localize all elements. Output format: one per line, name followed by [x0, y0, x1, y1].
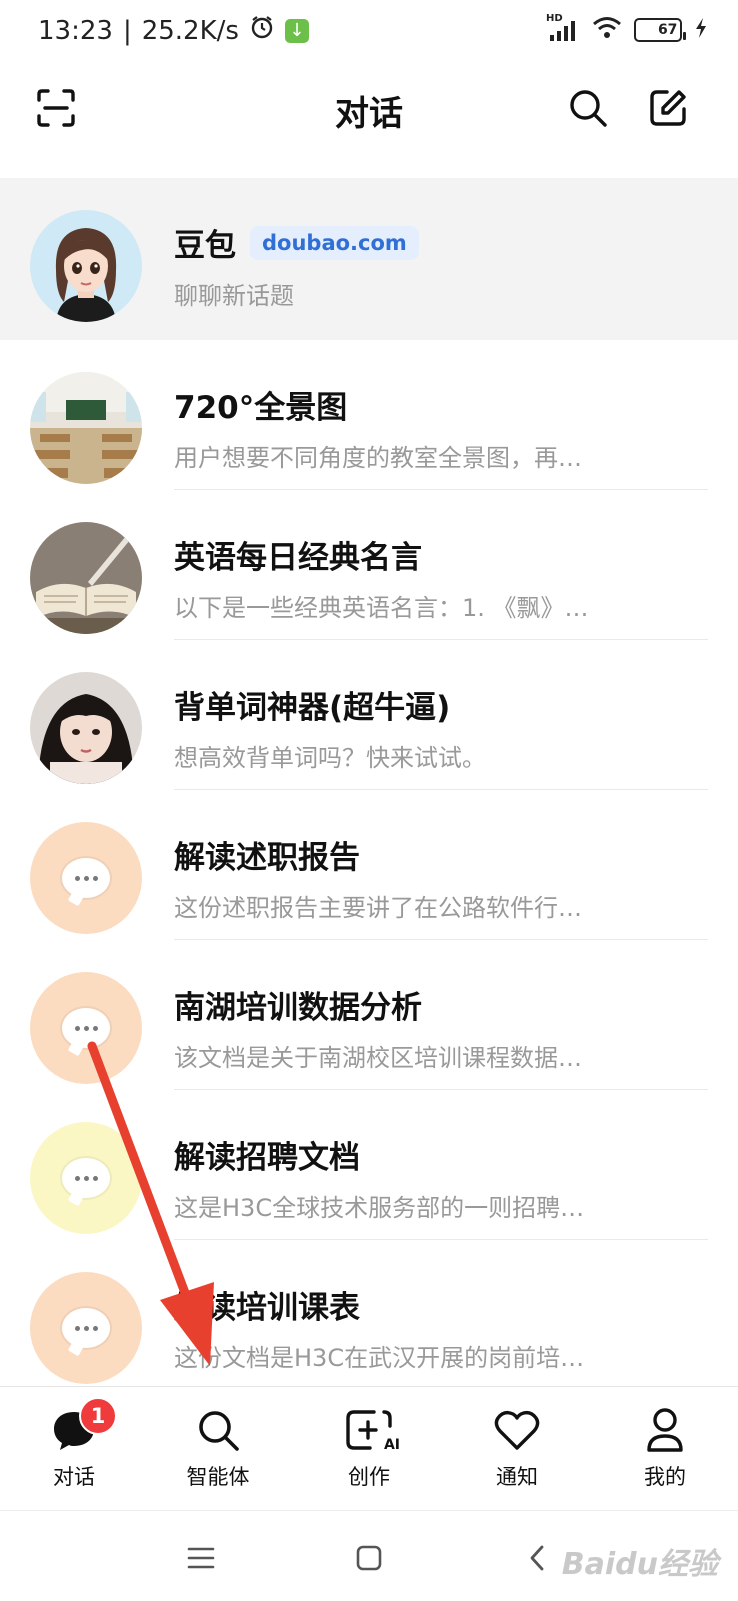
chat-title: 背单词神器(超牛逼)	[174, 690, 451, 726]
chat-list: 豆包 doubao.com 聊聊新话题 720°全景图 用户想要不同角度的教室全…	[0, 178, 738, 1386]
search-icon[interactable]	[566, 86, 610, 130]
chat-bubble-filled-icon: 1	[49, 1397, 117, 1455]
domain-badge: doubao.com	[250, 225, 419, 260]
chat-item-doubao[interactable]: 豆包 doubao.com 聊聊新话题	[0, 178, 738, 340]
chat-item-report[interactable]: 解读述职报告 这份述职报告主要讲了在公路软件行…	[0, 790, 738, 940]
chat-item-english-quotes[interactable]: 英语每日经典名言 以下是一些经典英语名言：1. 《飘》…	[0, 490, 738, 640]
avatar	[30, 1122, 142, 1234]
tab-bar: 1 对话 智能体 AI 创作 通知 我的	[0, 1386, 738, 1509]
chat-title: 解读培训课表	[174, 1290, 360, 1326]
battery-tip	[683, 32, 686, 40]
page-title: 对话	[335, 94, 403, 134]
heart-icon	[492, 1405, 542, 1455]
compose-icon[interactable]	[646, 86, 690, 130]
avatar	[30, 1272, 142, 1384]
avatar	[30, 972, 142, 1084]
chat-preview: 以下是一些经典英语名言：1. 《飘》…	[174, 594, 589, 622]
avatar	[30, 672, 142, 784]
system-nav-bar: Baidu经验	[0, 1510, 738, 1601]
chat-preview: 这是H3C全球技术服务部的一则招聘…	[174, 1194, 585, 1222]
tab-label: 智能体	[186, 1465, 250, 1489]
status-time: 13:23	[38, 15, 113, 46]
tab-label: 对话	[53, 1465, 95, 1489]
chat-preview: 该文档是关于南湖校区培训课程数据…	[174, 1044, 582, 1072]
chat-preview: 聊聊新话题	[174, 282, 294, 310]
chat-item-data-analysis[interactable]: 南湖培训数据分析 该文档是关于南湖校区培训课程数据…	[0, 940, 738, 1090]
avatar	[30, 210, 142, 322]
status-right: HD 67	[546, 13, 708, 44]
tab-profile[interactable]: 我的	[610, 1405, 720, 1491]
chat-bubble-icon	[62, 1008, 110, 1048]
menu-icon[interactable]	[184, 1541, 218, 1575]
tab-label: 创作	[348, 1465, 390, 1489]
tab-label: 通知	[496, 1465, 538, 1489]
create-ai-label: AI	[383, 1437, 400, 1453]
avatar	[30, 372, 142, 484]
tab-label: 我的	[644, 1465, 686, 1489]
watermark: Baidu经验	[561, 1547, 718, 1582]
chat-title: 豆包 doubao.com	[174, 220, 419, 265]
signal-icon: HD	[546, 13, 580, 43]
download-notification-icon: ↓	[284, 18, 309, 43]
status-bar: 13:23 | 25.2K/s ↓ HD 67	[0, 0, 738, 64]
chat-bubble-icon	[62, 858, 110, 898]
status-left: 13:23 | 25.2K/s ↓	[38, 14, 309, 47]
home-icon[interactable]	[352, 1541, 386, 1575]
wifi-icon	[592, 16, 622, 44]
avatar	[30, 822, 142, 934]
chat-title-text: 豆包	[174, 228, 236, 264]
chat-bubble-icon	[62, 1158, 110, 1198]
chat-item-panorama[interactable]: 720°全景图 用户想要不同角度的教室全景图，再…	[0, 340, 738, 490]
tab-chat[interactable]: 1 对话	[19, 1397, 129, 1491]
tab-agents[interactable]: 智能体	[163, 1405, 273, 1491]
search-icon	[193, 1405, 243, 1455]
chat-preview: 想高效背单词吗？快来试试。	[174, 744, 486, 772]
chat-bubble-icon	[62, 1308, 110, 1348]
network-type-label: HD	[546, 13, 563, 24]
chat-preview: 这份述职报告主要讲了在公路软件行…	[174, 894, 582, 922]
chat-title: 解读招聘文档	[174, 1140, 360, 1176]
chat-title: 解读述职报告	[174, 840, 360, 876]
create-ai-icon: AI	[344, 1405, 400, 1455]
chat-title: 南湖培训数据分析	[174, 990, 422, 1026]
unread-badge: 1	[79, 1397, 117, 1435]
chat-item-recruitment[interactable]: 解读招聘文档 这是H3C全球技术服务部的一则招聘…	[0, 1090, 738, 1240]
status-speed: 25.2K/s	[141, 15, 239, 46]
battery-indicator: 67	[634, 18, 686, 42]
chat-title: 英语每日经典名言	[174, 540, 422, 576]
battery-text: 67	[657, 22, 678, 38]
top-bar: 对话	[0, 64, 738, 150]
charging-icon	[694, 17, 708, 43]
status-separator: |	[122, 15, 132, 46]
person-icon	[640, 1405, 690, 1455]
avatar	[30, 522, 142, 634]
chat-item-vocab[interactable]: 背单词神器(超牛逼) 想高效背单词吗？快来试试。	[0, 640, 738, 790]
chat-preview: 这份文档是H3C在武汉开展的岗前培…	[174, 1344, 585, 1372]
alarm-icon	[249, 14, 275, 47]
back-icon[interactable]	[520, 1541, 554, 1575]
chat-title: 720°全景图	[174, 390, 348, 426]
chat-item-schedule[interactable]: 解读培训课表 这份文档是H3C在武汉开展的岗前培…	[0, 1240, 738, 1386]
tab-create[interactable]: AI 创作	[314, 1405, 424, 1491]
chat-preview: 用户想要不同角度的教室全景图，再…	[174, 444, 582, 472]
tab-notifications[interactable]: 通知	[462, 1405, 572, 1491]
